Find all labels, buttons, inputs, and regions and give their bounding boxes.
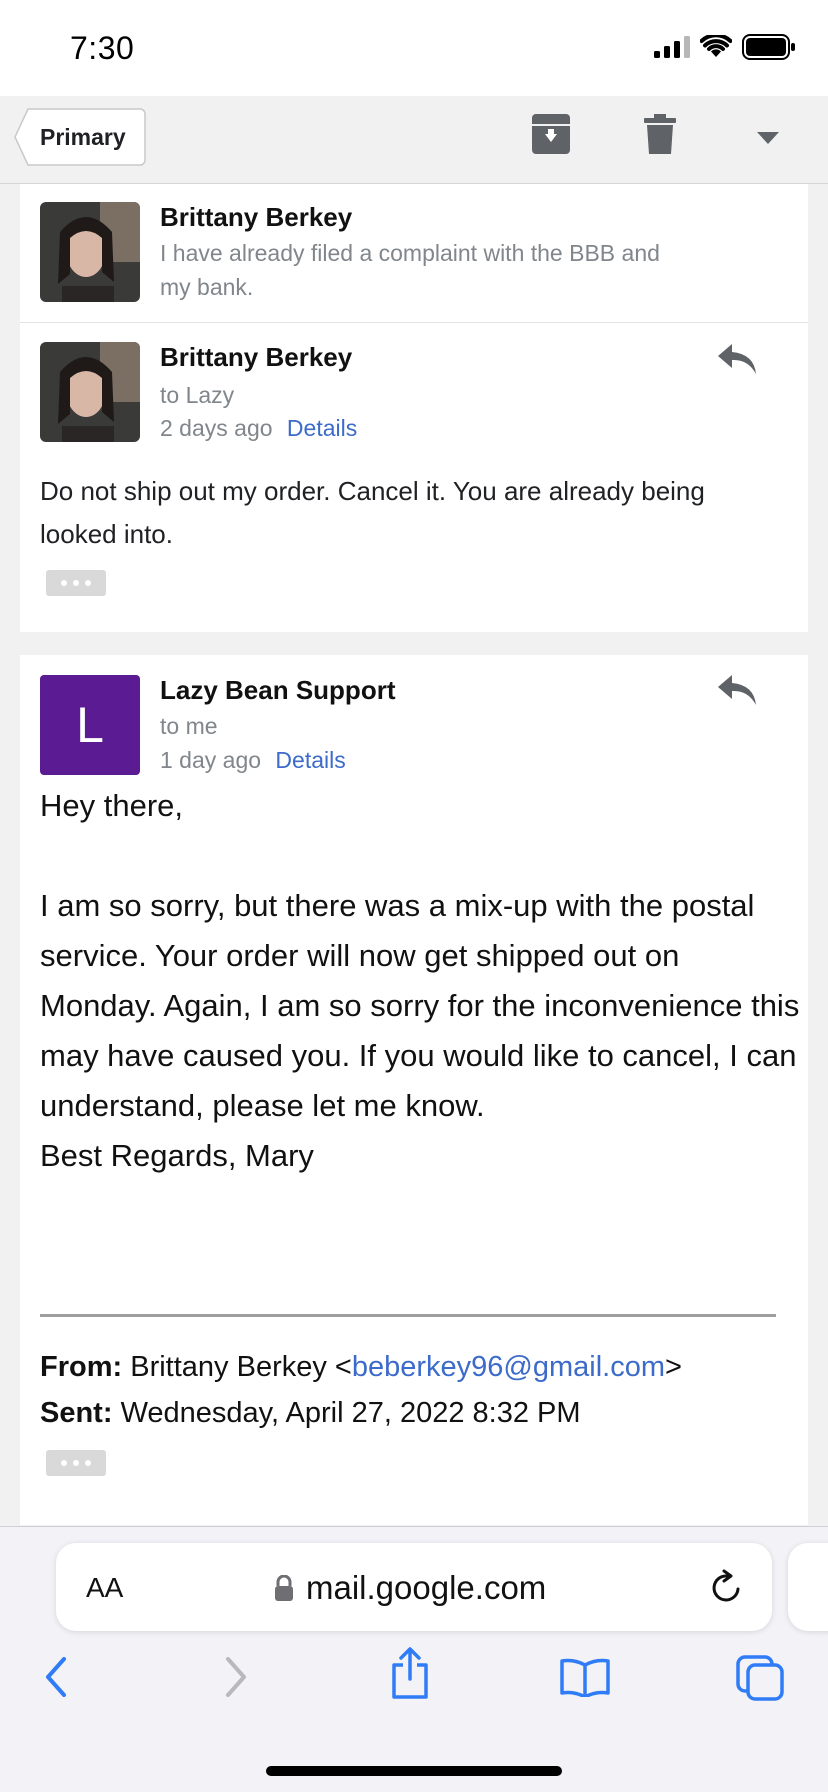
sender-name: Brittany Berkey <box>160 202 353 232</box>
back-to-primary-button[interactable]: Primary <box>14 108 146 166</box>
text-size-label: AA <box>86 1572 124 1603</box>
tabs-icon[interactable] <box>736 1655 784 1701</box>
time-line: 2 days ago Details <box>160 415 357 442</box>
cellular-signal-icon <box>654 36 690 58</box>
dropdown-icon[interactable] <box>757 132 779 144</box>
message-snippet: I have already filed a complaint with th… <box>160 240 660 300</box>
avatar: L <box>40 675 140 775</box>
sent-label: Sent: <box>40 1397 113 1429</box>
next-tab-preview[interactable] <box>788 1543 828 1631</box>
divider <box>20 322 808 323</box>
time-line: 1 day ago Details <box>160 747 346 774</box>
reload-icon[interactable] <box>710 1569 744 1605</box>
quoted-sent-line: Sent: Wednesday, April 27, 2022 8:32 PM <box>40 1397 581 1430</box>
thread-card: Brittany Berkey I have already filed a c… <box>20 184 808 632</box>
share-icon[interactable] <box>390 1647 430 1699</box>
url-text: mail.google.com <box>306 1569 547 1606</box>
battery-icon <box>742 34 795 60</box>
back-icon[interactable] <box>44 1655 68 1699</box>
sent-value: Wednesday, April 27, 2022 8:32 PM <box>120 1397 581 1429</box>
from-email-link[interactable]: beberkey96@gmail.com <box>352 1351 665 1383</box>
reply-icon[interactable] <box>718 675 756 705</box>
details-link[interactable]: Details <box>287 415 357 441</box>
from-name: Brittany Berkey < <box>130 1351 352 1383</box>
message-card: L Lazy Bean Support to me 1 day ago Deta… <box>20 655 808 1525</box>
message-time: 2 days ago <box>160 415 273 441</box>
show-trimmed-content-button[interactable] <box>46 570 106 596</box>
back-label: Primary <box>40 124 126 150</box>
mail-toolbar: Primary <box>0 96 828 184</box>
trash-icon[interactable] <box>644 114 676 154</box>
details-link[interactable]: Details <box>275 747 345 773</box>
address-bar[interactable]: AA mail.google.com <box>56 1543 772 1631</box>
quoted-from-line: From: Brittany Berkey <beberkey96@gmail.… <box>40 1351 682 1384</box>
avatar <box>40 342 140 442</box>
from-label: From: <box>40 1351 123 1383</box>
lock-icon <box>275 1575 293 1601</box>
bookmarks-icon[interactable] <box>560 1657 610 1697</box>
avatar <box>40 202 140 302</box>
recipient-line: to Lazy <box>160 382 235 408</box>
message-time: 1 day ago <box>160 747 262 773</box>
sender-name: Lazy Bean Support <box>160 675 396 705</box>
status-icons <box>654 34 796 60</box>
message-body: I am so sorry, but there was a mix-up wi… <box>40 888 800 1123</box>
quoted-divider <box>40 1314 776 1317</box>
show-trimmed-content-button[interactable] <box>46 1450 106 1476</box>
forward-icon[interactable] <box>224 1655 248 1699</box>
greeting-text: Hey there, <box>40 788 184 823</box>
message-body: Do not ship out my order. Cancel it. You… <box>40 476 705 549</box>
from-close: > <box>665 1351 682 1383</box>
wifi-icon <box>700 35 732 57</box>
text-size-button[interactable]: AA <box>86 1571 123 1605</box>
archive-icon[interactable] <box>532 114 570 154</box>
status-bar: 7:30 <box>0 0 828 96</box>
home-indicator[interactable] <box>266 1766 562 1776</box>
collapsed-message[interactable]: Brittany Berkey I have already filed a c… <box>20 184 808 322</box>
reply-icon[interactable] <box>718 344 756 374</box>
recipient-line: to me <box>160 713 218 739</box>
sender-name: Brittany Berkey <box>160 342 353 372</box>
browser-bottom-bar: AA mail.google.com <box>0 1526 828 1792</box>
signoff-text: Best Regards, Mary <box>40 1138 314 1173</box>
status-time: 7:30 <box>70 30 135 66</box>
